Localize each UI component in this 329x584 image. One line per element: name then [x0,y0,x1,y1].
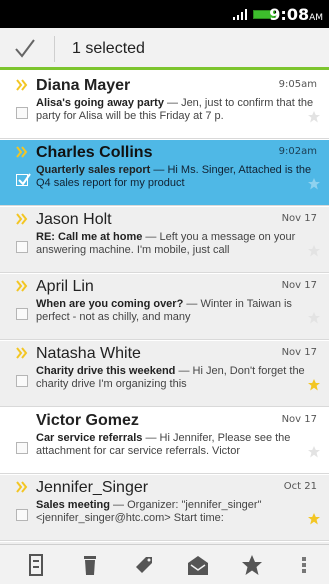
select-checkbox[interactable] [16,509,28,521]
subject-separator: — [183,298,201,310]
priority-flag-icon [16,79,28,91]
star-icon[interactable] [307,378,321,392]
status-bar: 9:08AM [0,0,329,28]
mail-subject: RE: Call me at home [36,231,143,243]
select-checkbox[interactable] [16,241,28,253]
sender-name: April Lin [36,278,94,295]
priority-flag-icon [16,481,28,493]
mail-date: Nov 17 [281,213,317,224]
star-icon[interactable] [307,110,321,124]
mail-subject: Quarterly sales report [36,164,151,176]
mail-subject: Charity drive this weekend [36,365,176,377]
selected-count: 1 selected [72,40,145,57]
mail-subject: Alisa's going away party [36,97,164,109]
star-button[interactable] [238,551,266,579]
select-checkbox[interactable] [16,375,28,387]
sender-name: Diana Mayer [36,77,131,94]
label-button[interactable] [130,551,158,579]
select-checkbox[interactable] [16,173,31,186]
bottom-action-bar [0,544,329,584]
mail-list-item[interactable]: Charles Collins 9:02am Quarterly sales rep… [0,140,329,206]
priority-flag-icon [16,213,28,225]
mail-preview: Charity drive this weekend — Hi Jen, Don… [36,365,320,392]
star-icon[interactable] [307,177,321,191]
subject-separator: — [142,231,160,243]
priority-flag-icon [16,280,28,292]
status-time: 9:08AM [269,5,323,24]
sender-name: Natasha White [36,345,141,362]
divider [54,36,55,62]
checkmark-icon [15,39,35,58]
subject-separator: — [150,164,168,176]
sender-name: Charles Collins [36,144,153,161]
signal-icon [233,9,247,20]
move-to-folder-button[interactable] [22,551,50,579]
sender-name: Victor Gomez [36,412,139,429]
star-icon[interactable] [307,311,321,325]
mail-list-item[interactable]: Jennifer_Singer Oct 21 Sales meeting — Org… [0,475,329,541]
subject-separator: — [142,432,160,444]
time-ampm: AM [309,13,323,23]
mail-preview: Car service referrals — Hi Jennifer, Ple… [36,432,320,459]
delete-icon [84,556,96,575]
mail-date: 9:05am [278,79,317,90]
mark-read-icon [188,556,208,575]
select-checkbox[interactable] [16,308,28,320]
label-icon [136,557,152,573]
mail-preview: When are you coming over? — Winter in Ta… [36,298,320,325]
sender-name: Jason Holt [36,211,112,228]
mail-list-item[interactable]: Victor Gomez Nov 17 Car service referrals … [0,408,329,474]
select-checkbox[interactable] [16,442,28,454]
time-value: 9:08 [269,5,310,24]
mail-list-item[interactable]: Diana Mayer 9:05am Alisa's going away part… [0,73,329,139]
mail-preview: Sales meeting — Organizer: "jennifer_sin… [36,499,320,526]
subject-separator: — [109,499,128,511]
more-button[interactable] [290,551,318,579]
mail-subject: When are you coming over? [36,298,184,310]
mail-preview: Alisa's going away party — Jen, just to … [36,97,320,124]
mail-list-item[interactable]: Natasha White Nov 17 Charity drive this we… [0,341,329,407]
mail-date: Oct 21 [283,481,317,492]
mail-list[interactable]: Diana Mayer 9:05am Alisa's going away part… [0,73,329,544]
mail-date: 9:02am [278,146,317,157]
sender-name: Jennifer_Singer [36,479,149,496]
move-to-folder-icon [29,554,43,576]
done-button[interactable] [6,32,46,66]
mark-read-button[interactable] [184,551,212,579]
mail-preview: RE: Call me at home — Left you a message… [36,231,320,258]
priority-flag-icon [16,347,28,359]
priority-flag-icon [16,146,28,158]
selection-action-bar: 1 selected [0,28,329,70]
delete-button[interactable] [76,551,104,579]
mail-subject: Sales meeting [36,499,110,511]
mail-date: Nov 17 [281,347,317,358]
mail-date: Nov 17 [281,414,317,425]
mail-subject: Car service referrals [36,432,143,444]
mail-date: Nov 17 [281,280,317,291]
checked-icon [18,173,31,186]
star-icon[interactable] [307,445,321,459]
star-icon[interactable] [307,512,321,526]
mail-list-item[interactable]: April Lin Nov 17 When are you coming over?… [0,274,329,340]
subject-separator: — [175,365,193,377]
subject-separator: — [163,97,182,109]
mail-preview: Quarterly sales report — Hi Ms. Singer, … [36,164,320,191]
star-icon[interactable] [307,244,321,258]
mail-list-item[interactable]: Jason Holt Nov 17 RE: Call me at home — Le… [0,207,329,273]
select-checkbox[interactable] [16,107,28,119]
star-icon [242,555,262,575]
more-icon [302,557,306,573]
